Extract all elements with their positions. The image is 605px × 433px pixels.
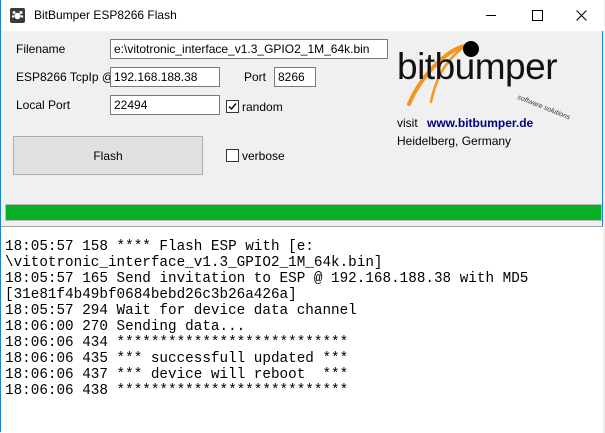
filename-field[interactable] <box>110 39 388 59</box>
flash-button[interactable]: Flash <box>13 136 203 175</box>
tcpip-label: ESP8266 TcpIp @ <box>16 70 115 84</box>
log-line: 18:05:57 165 Send invitation to ESP @ 19… <box>5 271 529 287</box>
website-link[interactable]: www.bitbumper.de <box>427 116 533 130</box>
filename-label: Filename <box>16 42 66 56</box>
bitbumper-logo-text: bitbumper <box>397 46 558 87</box>
verbose-checkbox[interactable] <box>226 149 239 162</box>
local-port-label: Local Port <box>16 98 71 112</box>
log-line: 18:06:00 270 Sending data... <box>5 319 246 335</box>
verbose-label: verbose <box>242 149 285 163</box>
log-line: 18:05:57 294 Wait for device data channe… <box>5 303 357 319</box>
maximize-button[interactable] <box>514 0 560 31</box>
port-field[interactable] <box>274 67 316 87</box>
app-icon <box>10 8 25 23</box>
title-bar[interactable]: BitBumper ESP8266 Flash <box>1 0 604 31</box>
minimize-icon <box>485 15 496 16</box>
log-line: 18:05:57 158 **** Flash ESP with [e: <box>5 239 314 255</box>
minimize-button[interactable] <box>468 0 514 31</box>
log-lines: 18:05:57 158 **** Flash ESP with [e: \vit… <box>5 239 528 399</box>
random-label: random <box>242 100 283 114</box>
log-line: 18:06:06 438 *************************** <box>5 383 349 399</box>
port-label: Port <box>244 70 267 84</box>
window-title: BitBumper ESP8266 Flash <box>34 8 177 22</box>
tcpip-address-field[interactable] <box>110 67 220 87</box>
location-text: Heidelberg, Germany <box>397 134 512 148</box>
maximize-icon <box>531 10 543 21</box>
progress-bar <box>5 204 602 221</box>
log-output[interactable]: 18:05:57 158 **** Flash ESP with [e: \vit… <box>1 226 603 433</box>
checkmark-icon <box>228 103 237 111</box>
log-line: 18:06:06 434 *************************** <box>5 335 349 351</box>
log-line: [31e81f4b49bf0684bebd26c3b26a426a] <box>5 287 297 303</box>
random-checkbox[interactable] <box>226 100 239 113</box>
visit-label: visit <box>397 116 418 130</box>
progress-bar-fill <box>6 205 601 220</box>
local-port-field[interactable] <box>110 95 220 115</box>
app-window: BitBumper ESP8266 Flash Filename ESP8266… <box>0 0 604 433</box>
log-line: \vitotronic_interface_v1.3_GPIO2_1M_64k.… <box>5 255 383 271</box>
log-line: 18:06:06 435 *** successfull updated *** <box>5 351 349 367</box>
close-button[interactable] <box>558 0 604 31</box>
log-line: 18:06:06 437 *** device will reboot *** <box>5 367 349 383</box>
close-icon <box>575 10 587 21</box>
